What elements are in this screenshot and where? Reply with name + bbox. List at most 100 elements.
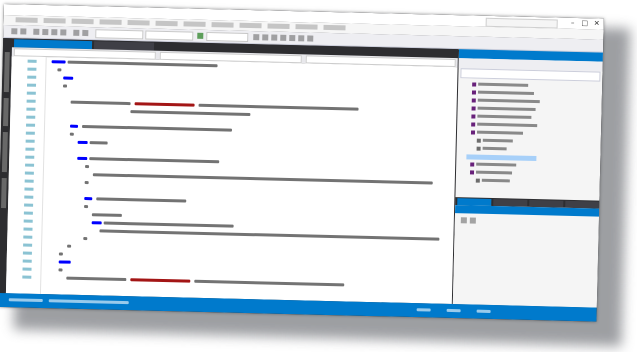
solution-explorer-panel — [452, 49, 603, 308]
properties-panel — [452, 205, 600, 308]
menu-item[interactable] — [183, 21, 206, 27]
code-line — [103, 221, 234, 228]
line-number — [26, 83, 37, 87]
toolbar-icon[interactable] — [280, 34, 287, 41]
menu-item[interactable] — [295, 24, 318, 30]
code-line — [84, 181, 89, 185]
menu-item[interactable] — [323, 24, 346, 31]
menu-item[interactable] — [239, 22, 262, 29]
toolbar-icon[interactable] — [253, 34, 260, 41]
solution-platform-select[interactable] — [145, 30, 194, 41]
line-number — [25, 155, 35, 159]
menu-item[interactable] — [211, 22, 234, 28]
line-number — [25, 163, 35, 167]
tree-item-selected[interactable] — [466, 154, 537, 162]
server-explorer-tab[interactable] — [3, 52, 10, 93]
line-number — [25, 131, 35, 135]
code-string — [134, 102, 195, 107]
code-line — [58, 268, 63, 272]
menu-item[interactable] — [155, 20, 178, 27]
tree-item[interactable] — [478, 82, 529, 87]
tree-item[interactable] — [477, 90, 535, 95]
tree-item[interactable] — [482, 146, 507, 151]
code-line — [84, 205, 89, 209]
new-file-icon[interactable] — [33, 28, 40, 35]
debug-target-select[interactable] — [206, 31, 249, 42]
solution-configuration-select[interactable] — [95, 29, 144, 40]
code-line — [89, 157, 220, 164]
close-icon[interactable]: ✕ — [592, 19, 602, 27]
tree-item[interactable] — [475, 170, 513, 175]
undo-icon[interactable] — [73, 29, 80, 36]
toolbar-icon[interactable] — [289, 34, 296, 42]
side-tool-tab[interactable] — [1, 177, 7, 209]
maximize-icon[interactable]: □ — [580, 19, 590, 27]
categorized-icon[interactable] — [460, 217, 467, 224]
back-icon[interactable] — [11, 28, 18, 35]
save-all-icon[interactable] — [60, 29, 67, 36]
line-number — [22, 275, 32, 279]
project-icon — [471, 106, 476, 111]
data-sources-tab[interactable] — [1, 132, 8, 173]
folder-icon — [476, 138, 481, 143]
toolbar-icon[interactable] — [298, 35, 305, 42]
redo-icon[interactable] — [82, 29, 89, 37]
forward-icon[interactable] — [20, 28, 27, 35]
project-icon — [471, 90, 477, 95]
menu-item[interactable] — [267, 23, 290, 29]
code-line — [96, 197, 187, 203]
menu-item[interactable] — [99, 19, 122, 25]
project-icon — [472, 82, 477, 87]
toolbar-icon[interactable] — [271, 34, 278, 41]
tree-item[interactable] — [477, 106, 536, 112]
save-icon[interactable] — [51, 29, 58, 36]
tree-item[interactable] — [476, 130, 524, 135]
line-number — [25, 147, 35, 151]
code-line — [67, 244, 72, 248]
status-item — [446, 308, 461, 313]
toolbar-icon[interactable] — [307, 35, 314, 42]
code-line — [91, 213, 122, 217]
tree-item[interactable] — [481, 178, 510, 183]
line-number — [22, 251, 32, 255]
menu-item[interactable] — [43, 17, 66, 24]
line-number — [25, 139, 35, 143]
line-number — [23, 211, 33, 215]
project-icon — [470, 162, 475, 167]
visual-studio-window: – □ ✕ — [0, 4, 604, 322]
tree-item[interactable] — [482, 138, 513, 143]
code-token — [84, 197, 93, 201]
menu-item[interactable] — [15, 17, 38, 23]
line-number — [26, 123, 36, 127]
alphabetical-icon[interactable] — [469, 217, 476, 224]
line-number — [23, 227, 33, 231]
status-tab[interactable] — [48, 299, 129, 305]
code-line — [130, 110, 251, 117]
tree-item[interactable] — [477, 114, 532, 119]
status-tab[interactable] — [8, 298, 43, 303]
solution-explorer-search[interactable] — [460, 68, 601, 82]
tree-item[interactable] — [476, 162, 517, 167]
start-debugging-icon[interactable] — [197, 32, 204, 39]
line-number — [23, 219, 33, 223]
code-token — [91, 221, 102, 225]
line-number — [24, 171, 34, 175]
menu-item[interactable] — [71, 18, 94, 25]
code-line — [198, 103, 359, 111]
minimize-icon[interactable]: – — [568, 19, 578, 27]
status-item — [416, 308, 431, 312]
line-number — [27, 75, 37, 79]
line-number — [22, 259, 32, 263]
tree-item[interactable] — [477, 98, 540, 104]
code-line — [66, 276, 127, 282]
code-string — [130, 278, 191, 283]
code-editor[interactable] — [5, 56, 458, 305]
toolbar-icon[interactable] — [262, 34, 269, 41]
open-file-icon[interactable] — [42, 28, 49, 36]
menu-item[interactable] — [127, 20, 150, 26]
code-line — [99, 229, 440, 241]
status-item — [476, 309, 491, 313]
tree-item[interactable] — [477, 122, 538, 128]
toolbox-tab[interactable] — [3, 98, 9, 127]
file-icon — [475, 178, 480, 183]
